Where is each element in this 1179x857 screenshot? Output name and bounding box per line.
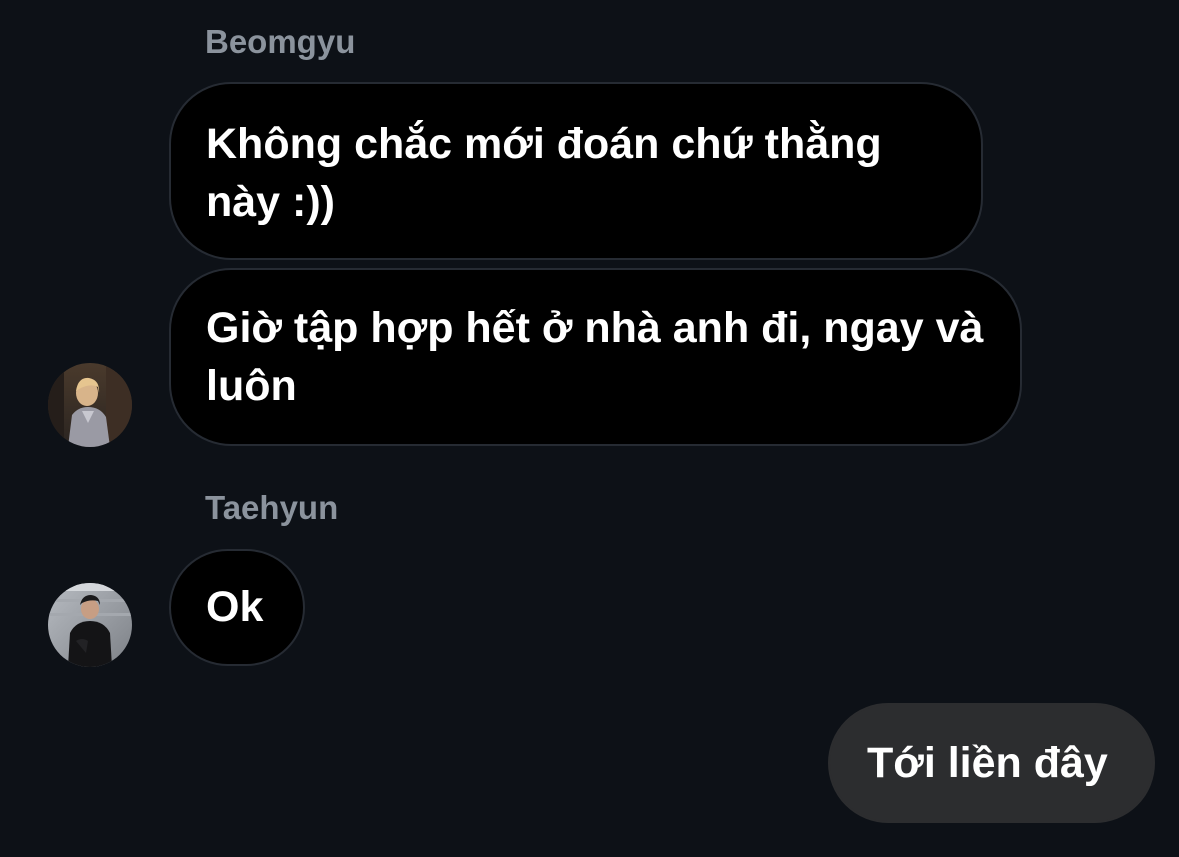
user-avatar-photo-icon	[48, 583, 132, 667]
message-text: Giờ tập hợp hết ở nhà anh đi, ngay và lu…	[206, 304, 984, 410]
message-bubble[interactable]: Không chắc mới đoán chứ thằng này :))	[169, 82, 983, 260]
avatar-beomgyu[interactable]	[48, 363, 132, 447]
message-text: Ok	[206, 583, 264, 631]
outgoing-message-bubble[interactable]: Tới liền đây	[828, 703, 1155, 823]
avatar-taehyun[interactable]	[48, 583, 132, 667]
message-bubble[interactable]: Giờ tập hợp hết ở nhà anh đi, ngay và lu…	[169, 268, 1022, 446]
user-avatar-photo-icon	[48, 363, 132, 447]
message-text: Tới liền đây	[867, 739, 1108, 787]
sender-name-taehyun: Taehyun	[205, 489, 339, 526]
sender-name-beomgyu: Beomgyu	[205, 23, 356, 60]
message-text: Không chắc mới đoán chứ thằng này :))	[206, 120, 882, 226]
message-bubble[interactable]: Ok	[169, 549, 305, 666]
